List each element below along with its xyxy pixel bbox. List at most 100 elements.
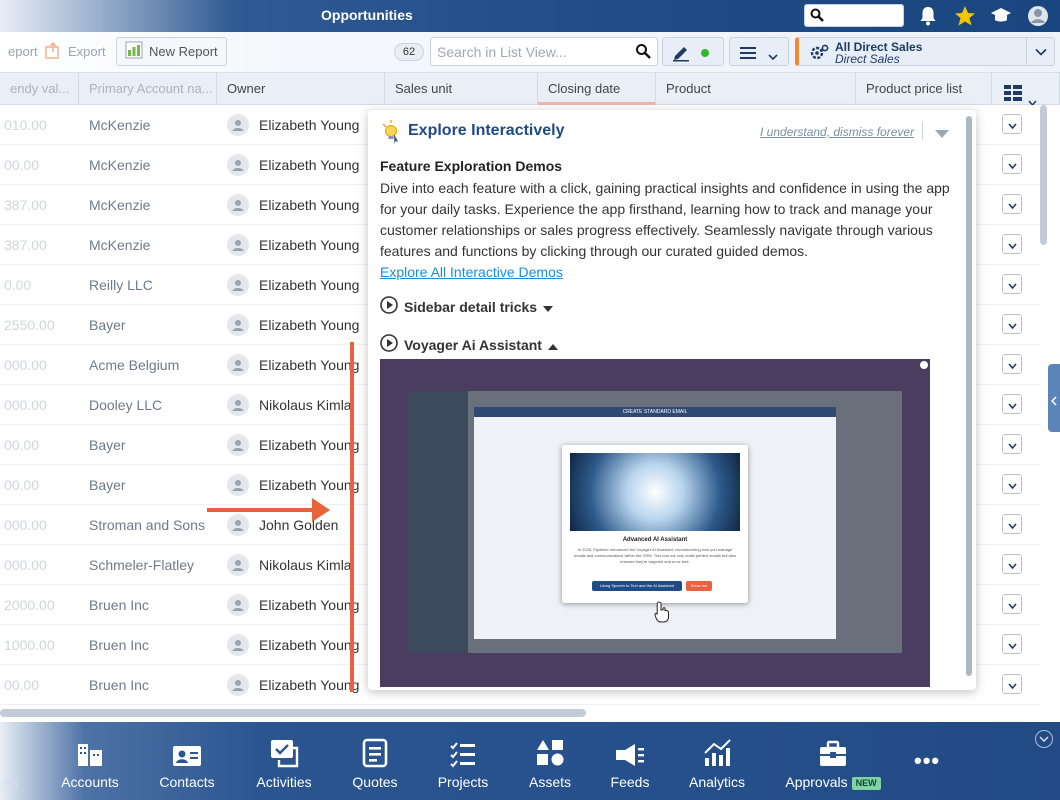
avatar[interactable] — [1026, 4, 1050, 28]
bell-icon[interactable] — [916, 4, 940, 28]
cell-account[interactable]: McKenzie — [89, 145, 150, 185]
annotation-arrow-shaft — [207, 508, 317, 512]
row-actions-button[interactable] — [1002, 354, 1022, 374]
cell-account[interactable]: Bayer — [89, 305, 126, 345]
row-actions-button[interactable] — [1002, 274, 1022, 294]
contacts-icon — [172, 736, 202, 768]
column-header-product[interactable]: Product — [656, 73, 856, 105]
view-selector[interactable]: All Direct Sales Direct Sales — [795, 37, 1055, 66]
cell-account[interactable]: Bayer — [89, 425, 126, 465]
column-header-value[interactable]: endy val... — [0, 73, 79, 105]
list-search-input[interactable] — [437, 43, 627, 61]
edit-mode-button[interactable] — [662, 37, 724, 66]
cell-account[interactable]: Schmeler-Flatley — [89, 545, 194, 585]
cell-value: 000.00 — [4, 357, 47, 373]
row-actions-button[interactable] — [1002, 114, 1022, 134]
chevron-down-icon — [1007, 476, 1017, 492]
nav-item-feeds[interactable]: Feeds — [610, 722, 650, 800]
cell-owner[interactable]: Elizabeth Young — [259, 105, 369, 145]
column-header-account[interactable]: Primary Account na... — [79, 73, 217, 105]
nav-item-activities[interactable]: Activities — [255, 722, 313, 800]
row-actions-button[interactable] — [1002, 234, 1022, 254]
cell-account[interactable]: Stroman and Sons — [89, 505, 205, 545]
assets-icon — [535, 736, 565, 768]
column-settings-button[interactable] — [992, 73, 1060, 105]
close-icon[interactable] — [920, 361, 928, 369]
row-actions-button[interactable] — [1002, 474, 1022, 494]
nav-item-label: Contacts — [159, 774, 215, 790]
cell-account[interactable]: Bruen Inc — [89, 585, 149, 625]
side-panel-toggle[interactable] — [1048, 364, 1060, 432]
row-actions-button[interactable] — [1002, 394, 1022, 414]
demo-dialog-title: CREATE STANDARD EMAIL — [474, 407, 836, 417]
cell-account[interactable]: Reilly LLC — [89, 265, 153, 305]
row-actions-button[interactable] — [1002, 154, 1022, 174]
dismiss-forever-link[interactable]: I understand, dismiss forever — [760, 125, 914, 139]
row-actions-button[interactable] — [1002, 434, 1022, 454]
row-actions-button[interactable] — [1002, 314, 1022, 334]
cell-account[interactable]: McKenzie — [89, 185, 150, 225]
chevron-down-icon — [1007, 636, 1017, 652]
list-search-box[interactable] — [430, 37, 658, 66]
horizontal-scrollbar[interactable] — [0, 709, 586, 717]
nav-item-es[interactable]: es — [0, 722, 22, 800]
nav-item-accounts[interactable]: Accounts — [60, 722, 120, 800]
search-icon — [810, 8, 824, 25]
nav-item-projects[interactable]: Projects — [437, 722, 489, 800]
column-header-owner[interactable]: Owner — [217, 73, 385, 105]
cell-account[interactable]: McKenzie — [89, 105, 150, 145]
user-avatar-icon — [227, 234, 249, 256]
nav-item-approvals[interactable]: Approvals NEW — [784, 722, 882, 800]
cell-account[interactable]: Dooley LLC — [89, 385, 162, 425]
nav-item-analytics[interactable]: Analytics — [688, 722, 746, 800]
star-icon[interactable] — [953, 4, 977, 28]
cell-account[interactable]: McKenzie — [89, 225, 150, 265]
cell-owner[interactable]: Elizabeth Young — [259, 145, 369, 185]
chevron-down-icon — [1007, 556, 1017, 572]
popup-scrollbar[interactable] — [966, 116, 972, 676]
row-actions-button[interactable] — [1002, 634, 1022, 654]
new-report-button[interactable]: New Report — [116, 37, 227, 66]
row-actions-button[interactable] — [1002, 674, 1022, 694]
nav-item-contacts[interactable]: Contacts — [158, 722, 216, 800]
demo-show-me-button[interactable]: Show me — [686, 581, 712, 591]
export-button[interactable]: Export — [36, 37, 114, 66]
cell-value: 00.00 — [4, 477, 40, 493]
row-actions-button[interactable] — [1002, 554, 1022, 574]
column-header-closing-date[interactable]: Closing date — [538, 73, 656, 105]
list-options-button[interactable] — [729, 37, 789, 66]
user-avatar-icon — [227, 514, 249, 536]
cell-owner[interactable]: Elizabeth Young — [259, 185, 369, 225]
user-avatar-icon — [227, 314, 249, 336]
row-actions-button[interactable] — [1002, 594, 1022, 614]
cell-owner[interactable]: Elizabeth Young — [259, 225, 369, 265]
demo-preview[interactable]: CREATE STANDARD EMAIL Advanced AI Assist… — [380, 359, 930, 687]
cell-owner[interactable]: Elizabeth Young — [259, 305, 369, 345]
chevron-down-icon — [1007, 156, 1017, 172]
user-avatar-icon — [227, 114, 249, 136]
cell-account[interactable]: Acme Belgium — [89, 345, 179, 385]
cell-account[interactable]: Bruen Inc — [89, 665, 149, 705]
more-icon[interactable]: ••• — [914, 748, 940, 774]
chevron-down-icon — [768, 48, 778, 64]
accordion-sidebar-detail-tricks[interactable]: Sidebar detail tricks — [380, 296, 554, 317]
graduation-cap-icon[interactable] — [989, 4, 1013, 28]
nav-item-quotes[interactable]: Quotes — [352, 722, 398, 800]
nav-item-assets[interactable]: Assets — [528, 722, 572, 800]
user-avatar-icon — [227, 394, 249, 416]
cell-owner[interactable]: Elizabeth Young — [259, 265, 369, 305]
chevron-down-icon[interactable] — [934, 126, 950, 142]
cell-account[interactable]: Bayer — [89, 465, 126, 505]
row-actions-button[interactable] — [1002, 514, 1022, 534]
chevron-down-icon[interactable] — [1035, 730, 1053, 748]
vertical-scrollbar[interactable] — [1040, 105, 1047, 245]
chevron-down-icon — [1007, 276, 1017, 292]
cell-account[interactable]: Bruen Inc — [89, 625, 149, 665]
column-header-sales-unit[interactable]: Sales unit — [385, 73, 538, 105]
column-header-price-list[interactable]: Product price list — [856, 73, 992, 105]
demo-primary-button[interactable]: Using Speech to Text and the AI Assistan… — [592, 581, 682, 591]
explore-all-demos-link[interactable]: Explore All Interactive Demos — [380, 264, 563, 280]
row-actions-button[interactable] — [1002, 194, 1022, 214]
global-search-input[interactable] — [804, 4, 904, 27]
accordion-voyager-ai-assistant[interactable]: Voyager Ai Assistant — [380, 334, 558, 355]
